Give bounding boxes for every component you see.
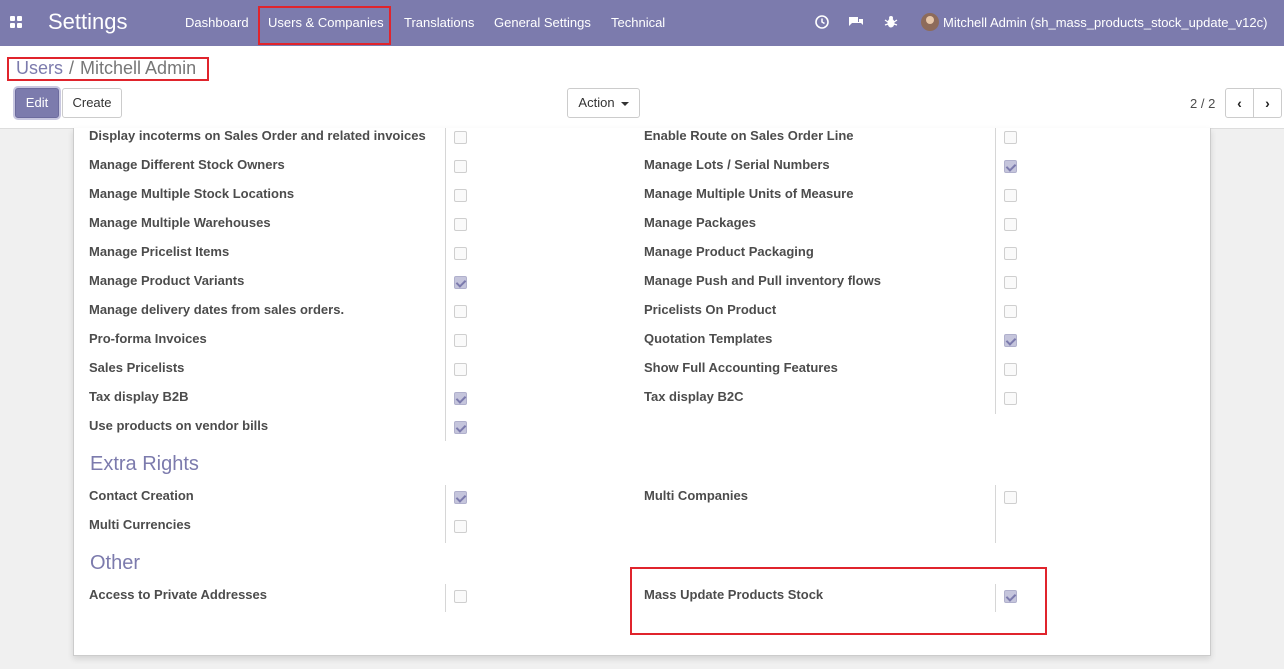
right-label: Manage Product Variants <box>89 273 245 288</box>
right-checkbox[interactable] <box>454 160 467 173</box>
menu-translations[interactable]: Translations <box>396 0 482 46</box>
right-label: Multi Currencies <box>89 517 191 532</box>
right-checkbox[interactable] <box>1004 276 1017 289</box>
app-title: Settings <box>48 9 128 34</box>
action-dropdown[interactable]: Action <box>567 88 640 118</box>
right-checkbox[interactable] <box>454 189 467 202</box>
right-checkbox[interactable] <box>454 247 467 260</box>
right-label: Access to Private Addresses <box>89 587 268 602</box>
right-label: Pro-forma Invoices <box>89 331 207 346</box>
right-label: Use products on vendor bills <box>89 418 269 433</box>
chevron-right-icon: › <box>1265 95 1270 111</box>
right-label: Manage Lots / Serial Numbers <box>644 157 830 172</box>
breadcrumb-highlight-box <box>7 57 209 81</box>
menu-general-settings[interactable]: General Settings <box>486 0 599 46</box>
right-checkbox[interactable] <box>1004 247 1017 260</box>
right-checkbox[interactable] <box>454 276 467 289</box>
right-label: Manage Pricelist Items <box>89 244 230 259</box>
right-checkbox[interactable] <box>454 334 467 347</box>
right-checkbox[interactable] <box>1004 218 1017 231</box>
pager-value: 2 / 2 <box>1190 96 1216 111</box>
mass-update-highlight-box <box>630 567 1047 635</box>
right-label: Quotation Templates <box>644 331 773 346</box>
right-checkbox[interactable] <box>1004 334 1017 347</box>
user-menu[interactable]: Mitchell Admin (sh_mass_products_stock_u… <box>943 0 1267 46</box>
right-checkbox[interactable] <box>1004 392 1017 405</box>
right-label: Pricelists On Product <box>644 302 777 317</box>
section-title-other: Other <box>90 552 141 574</box>
right-checkbox[interactable] <box>1004 189 1017 202</box>
column-divider <box>445 485 446 543</box>
right-label: Manage delivery dates from sales orders. <box>89 302 345 317</box>
right-label: Manage Multiple Units of Measure <box>644 186 854 201</box>
right-checkbox[interactable] <box>454 305 467 318</box>
right-checkbox[interactable] <box>454 520 467 533</box>
right-label: Manage Push and Pull inventory flows <box>644 273 881 288</box>
right-label: Manage Packages <box>644 215 757 230</box>
chevron-left-icon: ‹ <box>1237 95 1242 111</box>
top-navbar: Settings Dashboard Users & Companies Tra… <box>0 0 1284 46</box>
right-checkbox[interactable] <box>454 392 467 405</box>
section-title-extra-rights: Extra Rights <box>90 453 199 475</box>
menu-dashboard[interactable]: Dashboard <box>177 0 257 46</box>
menu-technical[interactable]: Technical <box>603 0 673 46</box>
apps-grid-icon[interactable] <box>10 16 22 28</box>
right-label: Manage Different Stock Owners <box>89 157 285 172</box>
right-checkbox[interactable] <box>454 421 467 434</box>
column-divider <box>445 584 446 612</box>
create-button[interactable]: Create <box>62 88 122 118</box>
right-label: Tax display B2C <box>644 389 744 404</box>
column-divider <box>995 485 996 543</box>
right-label: Tax display B2B <box>89 389 189 404</box>
column-divider <box>445 128 446 441</box>
right-label: Enable Route on Sales Order Line <box>644 128 854 143</box>
right-label: Sales Pricelists <box>89 360 185 375</box>
menu-highlight-box <box>258 6 391 45</box>
edit-button[interactable]: Edit <box>15 88 59 118</box>
action-label: Action <box>578 95 615 110</box>
pager-next-button[interactable]: › <box>1253 88 1282 118</box>
right-label: Display incoterms on Sales Order and rel… <box>89 128 426 143</box>
right-checkbox[interactable] <box>454 590 467 603</box>
caret-down-icon <box>620 101 629 106</box>
column-divider <box>995 128 996 414</box>
right-label: Multi Companies <box>644 488 749 503</box>
right-checkbox[interactable] <box>454 491 467 504</box>
right-checkbox[interactable] <box>454 131 467 144</box>
right-checkbox[interactable] <box>1004 363 1017 376</box>
right-checkbox[interactable] <box>1004 305 1017 318</box>
bug-icon[interactable] <box>883 14 899 30</box>
right-checkbox[interactable] <box>1004 131 1017 144</box>
right-label: Manage Multiple Stock Locations <box>89 186 295 201</box>
right-label: Contact Creation <box>89 488 194 503</box>
right-checkbox[interactable] <box>1004 491 1017 504</box>
user-avatar[interactable] <box>921 13 939 31</box>
right-checkbox[interactable] <box>1004 160 1017 173</box>
pager-previous-button[interactable]: ‹ <box>1225 88 1254 118</box>
clock-icon[interactable] <box>814 14 830 30</box>
right-label: Show Full Accounting Features <box>644 360 838 375</box>
right-label: Manage Product Packaging <box>644 244 814 259</box>
right-label: Manage Multiple Warehouses <box>89 215 271 230</box>
right-checkbox[interactable] <box>454 363 467 376</box>
chat-icon[interactable] <box>848 14 864 30</box>
right-checkbox[interactable] <box>454 218 467 231</box>
